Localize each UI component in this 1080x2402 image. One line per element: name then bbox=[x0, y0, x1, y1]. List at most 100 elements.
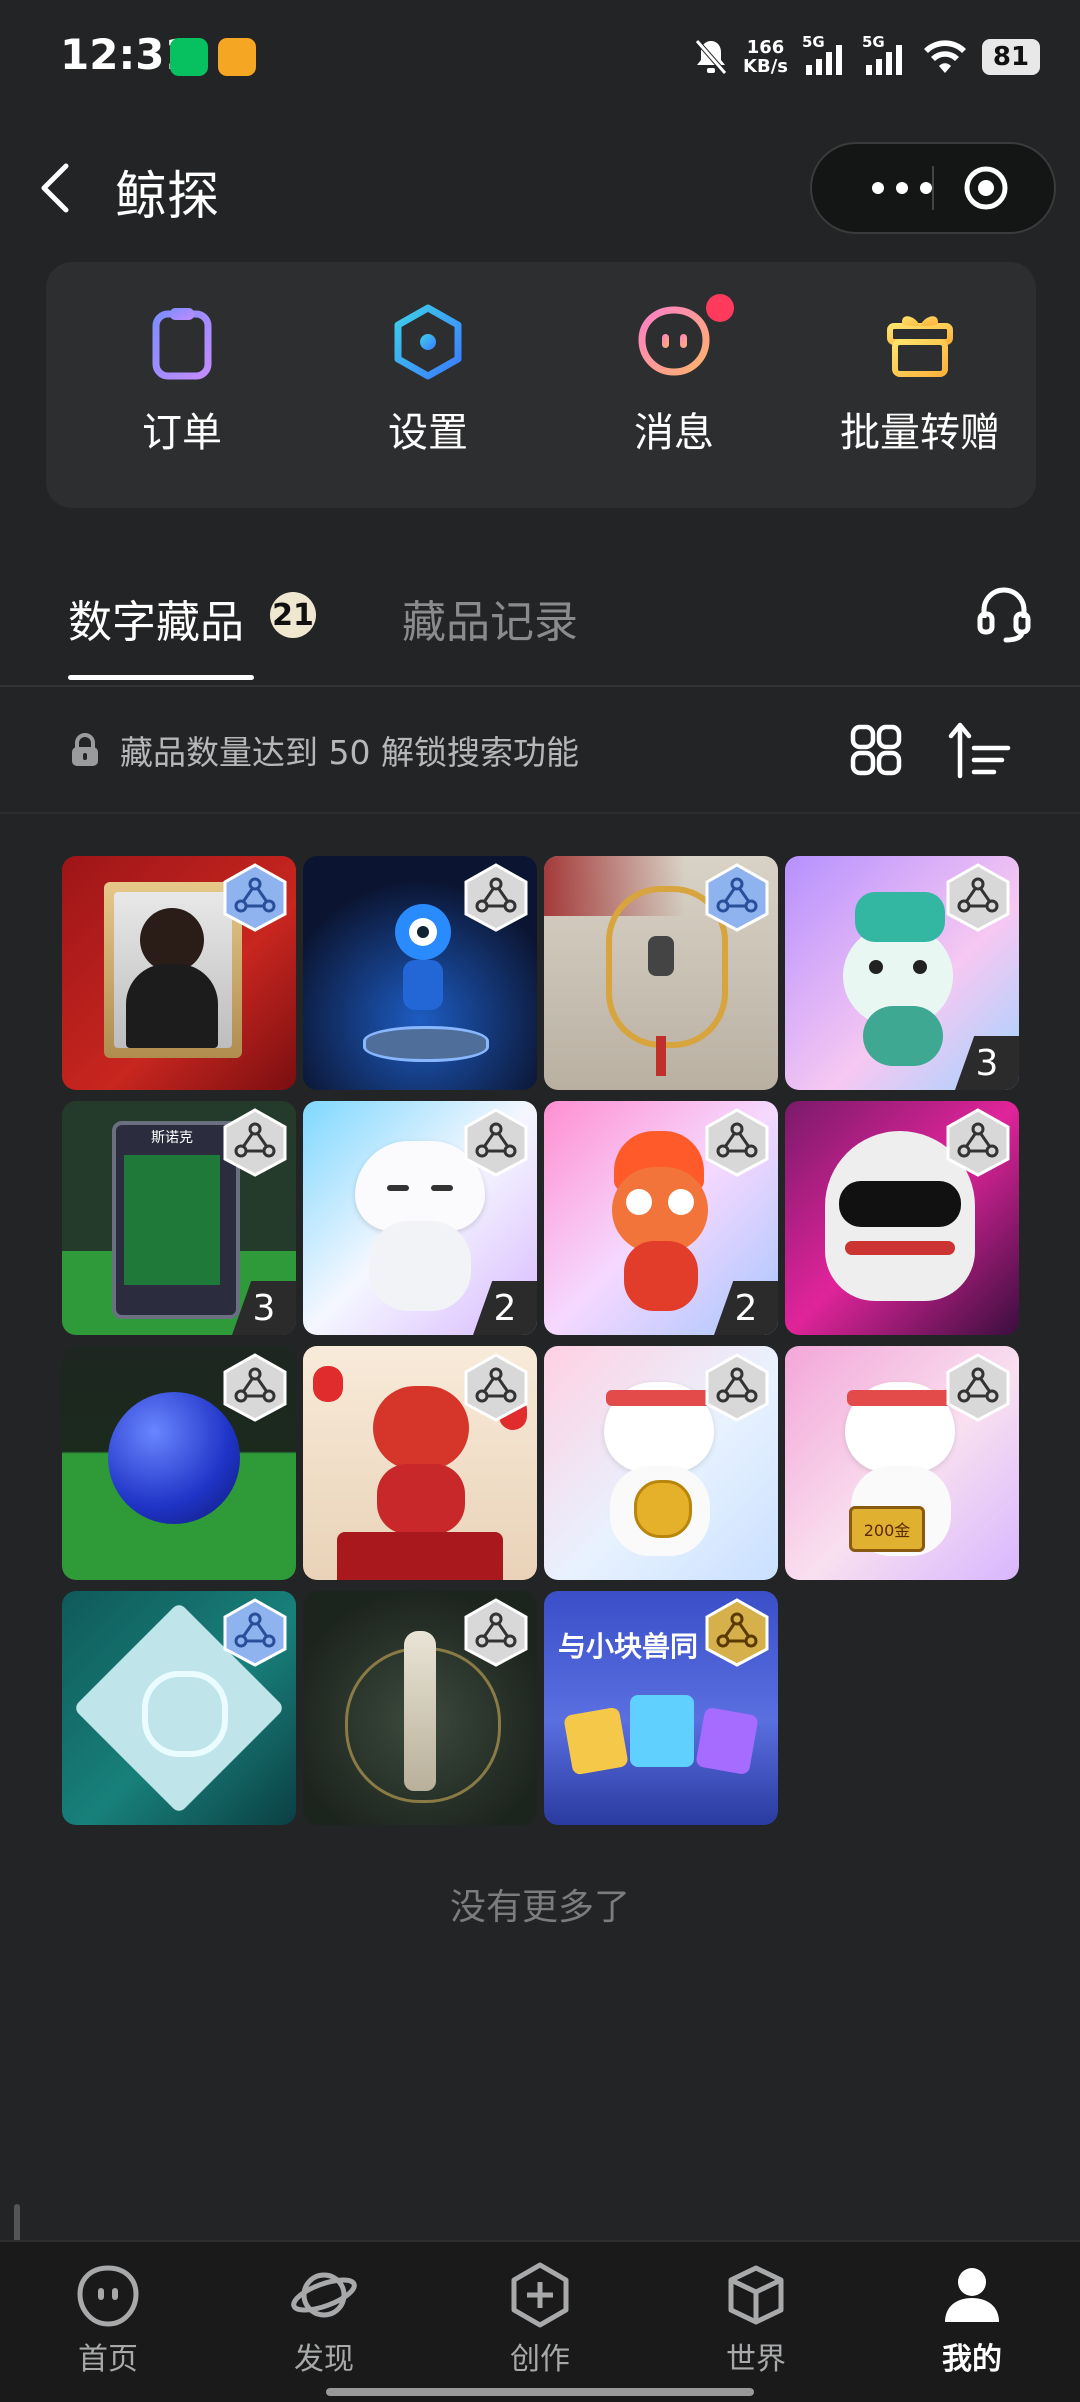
grid-view-icon[interactable] bbox=[848, 722, 904, 778]
mute-bell-icon bbox=[695, 39, 727, 75]
collectible-card-red-dragon[interactable] bbox=[303, 1346, 537, 1580]
chain-badge-icon bbox=[705, 1353, 769, 1422]
clipboard-icon bbox=[152, 308, 212, 380]
batch-gift-label: 批量转赠 bbox=[840, 410, 1000, 456]
nav-world[interactable]: 世界 bbox=[686, 2260, 826, 2378]
capsule-divider bbox=[932, 166, 934, 210]
chain-badge-icon bbox=[946, 1108, 1010, 1177]
speed-value: 166 bbox=[746, 37, 785, 58]
nav-home[interactable]: 首页 bbox=[38, 2260, 178, 2378]
nav-discover[interactable]: 发现 bbox=[254, 2260, 394, 2378]
chain-badge-icon bbox=[946, 863, 1010, 932]
signal-icon-2: 5G bbox=[862, 33, 908, 77]
chain-badge-icon bbox=[464, 1353, 528, 1422]
chain-badge-icon bbox=[705, 863, 769, 932]
collection-tabs: 数字藏品 21 藏品记录 bbox=[0, 540, 1080, 687]
header: 鲸探 bbox=[0, 120, 1080, 260]
collectible-card-jade-dragon[interactable]: 3 bbox=[785, 856, 1019, 1090]
home-indicator[interactable] bbox=[326, 2388, 754, 2396]
page-title: 鲸探 bbox=[115, 167, 220, 227]
back-icon[interactable] bbox=[36, 158, 76, 218]
unread-dot bbox=[706, 294, 734, 322]
active-tab-indicator bbox=[68, 675, 254, 680]
chain-badge-icon bbox=[223, 1598, 287, 1667]
tab-digital-collectibles[interactable]: 数字藏品 bbox=[68, 586, 244, 650]
quantity-badge: 2 bbox=[473, 1281, 537, 1335]
battery-indicator: 81 bbox=[982, 39, 1040, 75]
messages-label: 消息 bbox=[634, 410, 714, 456]
cube-icon bbox=[728, 2265, 784, 2325]
more-button[interactable] bbox=[842, 144, 962, 232]
nav-world-label: 世界 bbox=[726, 2342, 786, 2377]
mini-program-capsule bbox=[810, 142, 1056, 234]
collectible-card-red-phoenix[interactable]: 2 bbox=[544, 1101, 778, 1335]
home-face-icon bbox=[77, 2265, 139, 2327]
collectible-card-lucky-cat-gold[interactable]: 200金 bbox=[785, 1346, 1019, 1580]
collectible-card-bottle[interactable] bbox=[303, 1591, 537, 1825]
collectible-card-fu[interactable] bbox=[62, 1591, 296, 1825]
message-face-icon bbox=[638, 306, 710, 376]
settings-button[interactable]: 设置 bbox=[318, 302, 538, 472]
tab-collection-records[interactable]: 藏品记录 bbox=[402, 586, 578, 650]
chain-badge-icon bbox=[464, 863, 528, 932]
collectible-card-racing-helmet[interactable] bbox=[785, 1101, 1019, 1335]
hexagon-settings-icon bbox=[394, 304, 462, 380]
filter-bar: 藏品数量达到 50 解锁搜索功能 bbox=[0, 688, 1080, 814]
nav-mine-label: 我的 bbox=[942, 2342, 1002, 2377]
collectible-card-white-tiger[interactable]: 2 bbox=[303, 1101, 537, 1335]
customer-service-icon[interactable] bbox=[974, 584, 1034, 644]
gold-plaque-label: 200金 bbox=[849, 1506, 925, 1552]
snooker-card-title: 斯诺克 bbox=[151, 1130, 193, 1146]
more-dot-icon bbox=[920, 182, 932, 194]
wifi-icon bbox=[924, 40, 966, 73]
nav-discover-label: 发现 bbox=[294, 2342, 354, 2377]
collectible-card-snooker-ball[interactable] bbox=[62, 1346, 296, 1580]
batch-gift-button[interactable]: 批量转赠 bbox=[810, 302, 1030, 472]
signal-icon-1: 5G bbox=[802, 33, 848, 77]
nav-create-label: 创作 bbox=[510, 2342, 570, 2377]
collectible-card-lucky-cat-coin[interactable] bbox=[544, 1346, 778, 1580]
create-plus-icon bbox=[511, 2262, 569, 2328]
collectible-card-block-characters[interactable]: 与小块兽同 bbox=[544, 1591, 778, 1825]
gift-icon bbox=[887, 316, 953, 377]
quantity-badge: 3 bbox=[955, 1036, 1019, 1090]
chain-badge-icon bbox=[223, 1353, 287, 1422]
chain-badge-icon bbox=[705, 1108, 769, 1177]
quantity-badge: 2 bbox=[714, 1281, 778, 1335]
close-target-icon[interactable] bbox=[962, 164, 1010, 212]
chain-badge-icon bbox=[223, 1108, 287, 1177]
wechat-notification-icon bbox=[170, 38, 208, 76]
lock-icon bbox=[72, 733, 98, 766]
collectible-card-lantern[interactable] bbox=[544, 856, 778, 1090]
more-dot-icon bbox=[872, 182, 884, 194]
orders-label: 订单 bbox=[142, 410, 222, 456]
messages-button[interactable]: 消息 bbox=[564, 294, 784, 472]
chain-badge-icon bbox=[705, 1598, 769, 1667]
collectible-card-portrait[interactable] bbox=[62, 856, 296, 1090]
planet-icon bbox=[291, 2272, 357, 2318]
chain-badge-icon bbox=[464, 1598, 528, 1667]
chain-badge-icon bbox=[946, 1353, 1010, 1422]
orders-button[interactable]: 订单 bbox=[72, 302, 292, 472]
chain-badge-icon bbox=[464, 1108, 528, 1177]
quick-actions-panel: 订单 设置 消息 批量转赠 bbox=[46, 262, 1036, 508]
nav-create[interactable]: 创作 bbox=[470, 2260, 610, 2378]
more-dot-icon bbox=[896, 182, 908, 194]
status-indicators: 166 KB/s 5G 5G 81 bbox=[693, 32, 1040, 82]
speed-unit: KB/s bbox=[743, 56, 788, 77]
network-speed: 166 KB/s bbox=[743, 38, 788, 76]
user-icon bbox=[945, 2268, 999, 2322]
collectible-card-snooker[interactable]: 斯诺克 3 bbox=[62, 1101, 296, 1335]
search-unlock-hint: 藏品数量达到 50 解锁搜索功能 bbox=[120, 733, 579, 772]
chain-badge-icon bbox=[223, 863, 287, 932]
status-bar: 12:31 166 KB/s 5G 5G 81 bbox=[0, 0, 1080, 120]
bottom-navigation: 首页 发现 创作 世界 我的 bbox=[0, 2240, 1080, 2402]
weibo-notification-icon bbox=[218, 38, 256, 76]
nav-mine[interactable]: 我的 bbox=[902, 2260, 1042, 2378]
collectible-card-blue-robot[interactable] bbox=[303, 856, 537, 1090]
settings-label: 设置 bbox=[388, 410, 468, 456]
collectible-count-badge: 21 bbox=[270, 592, 316, 638]
end-of-list-text: 没有更多了 bbox=[449, 1887, 630, 1928]
sort-icon[interactable] bbox=[948, 720, 1012, 780]
nav-home-label: 首页 bbox=[78, 2342, 138, 2377]
